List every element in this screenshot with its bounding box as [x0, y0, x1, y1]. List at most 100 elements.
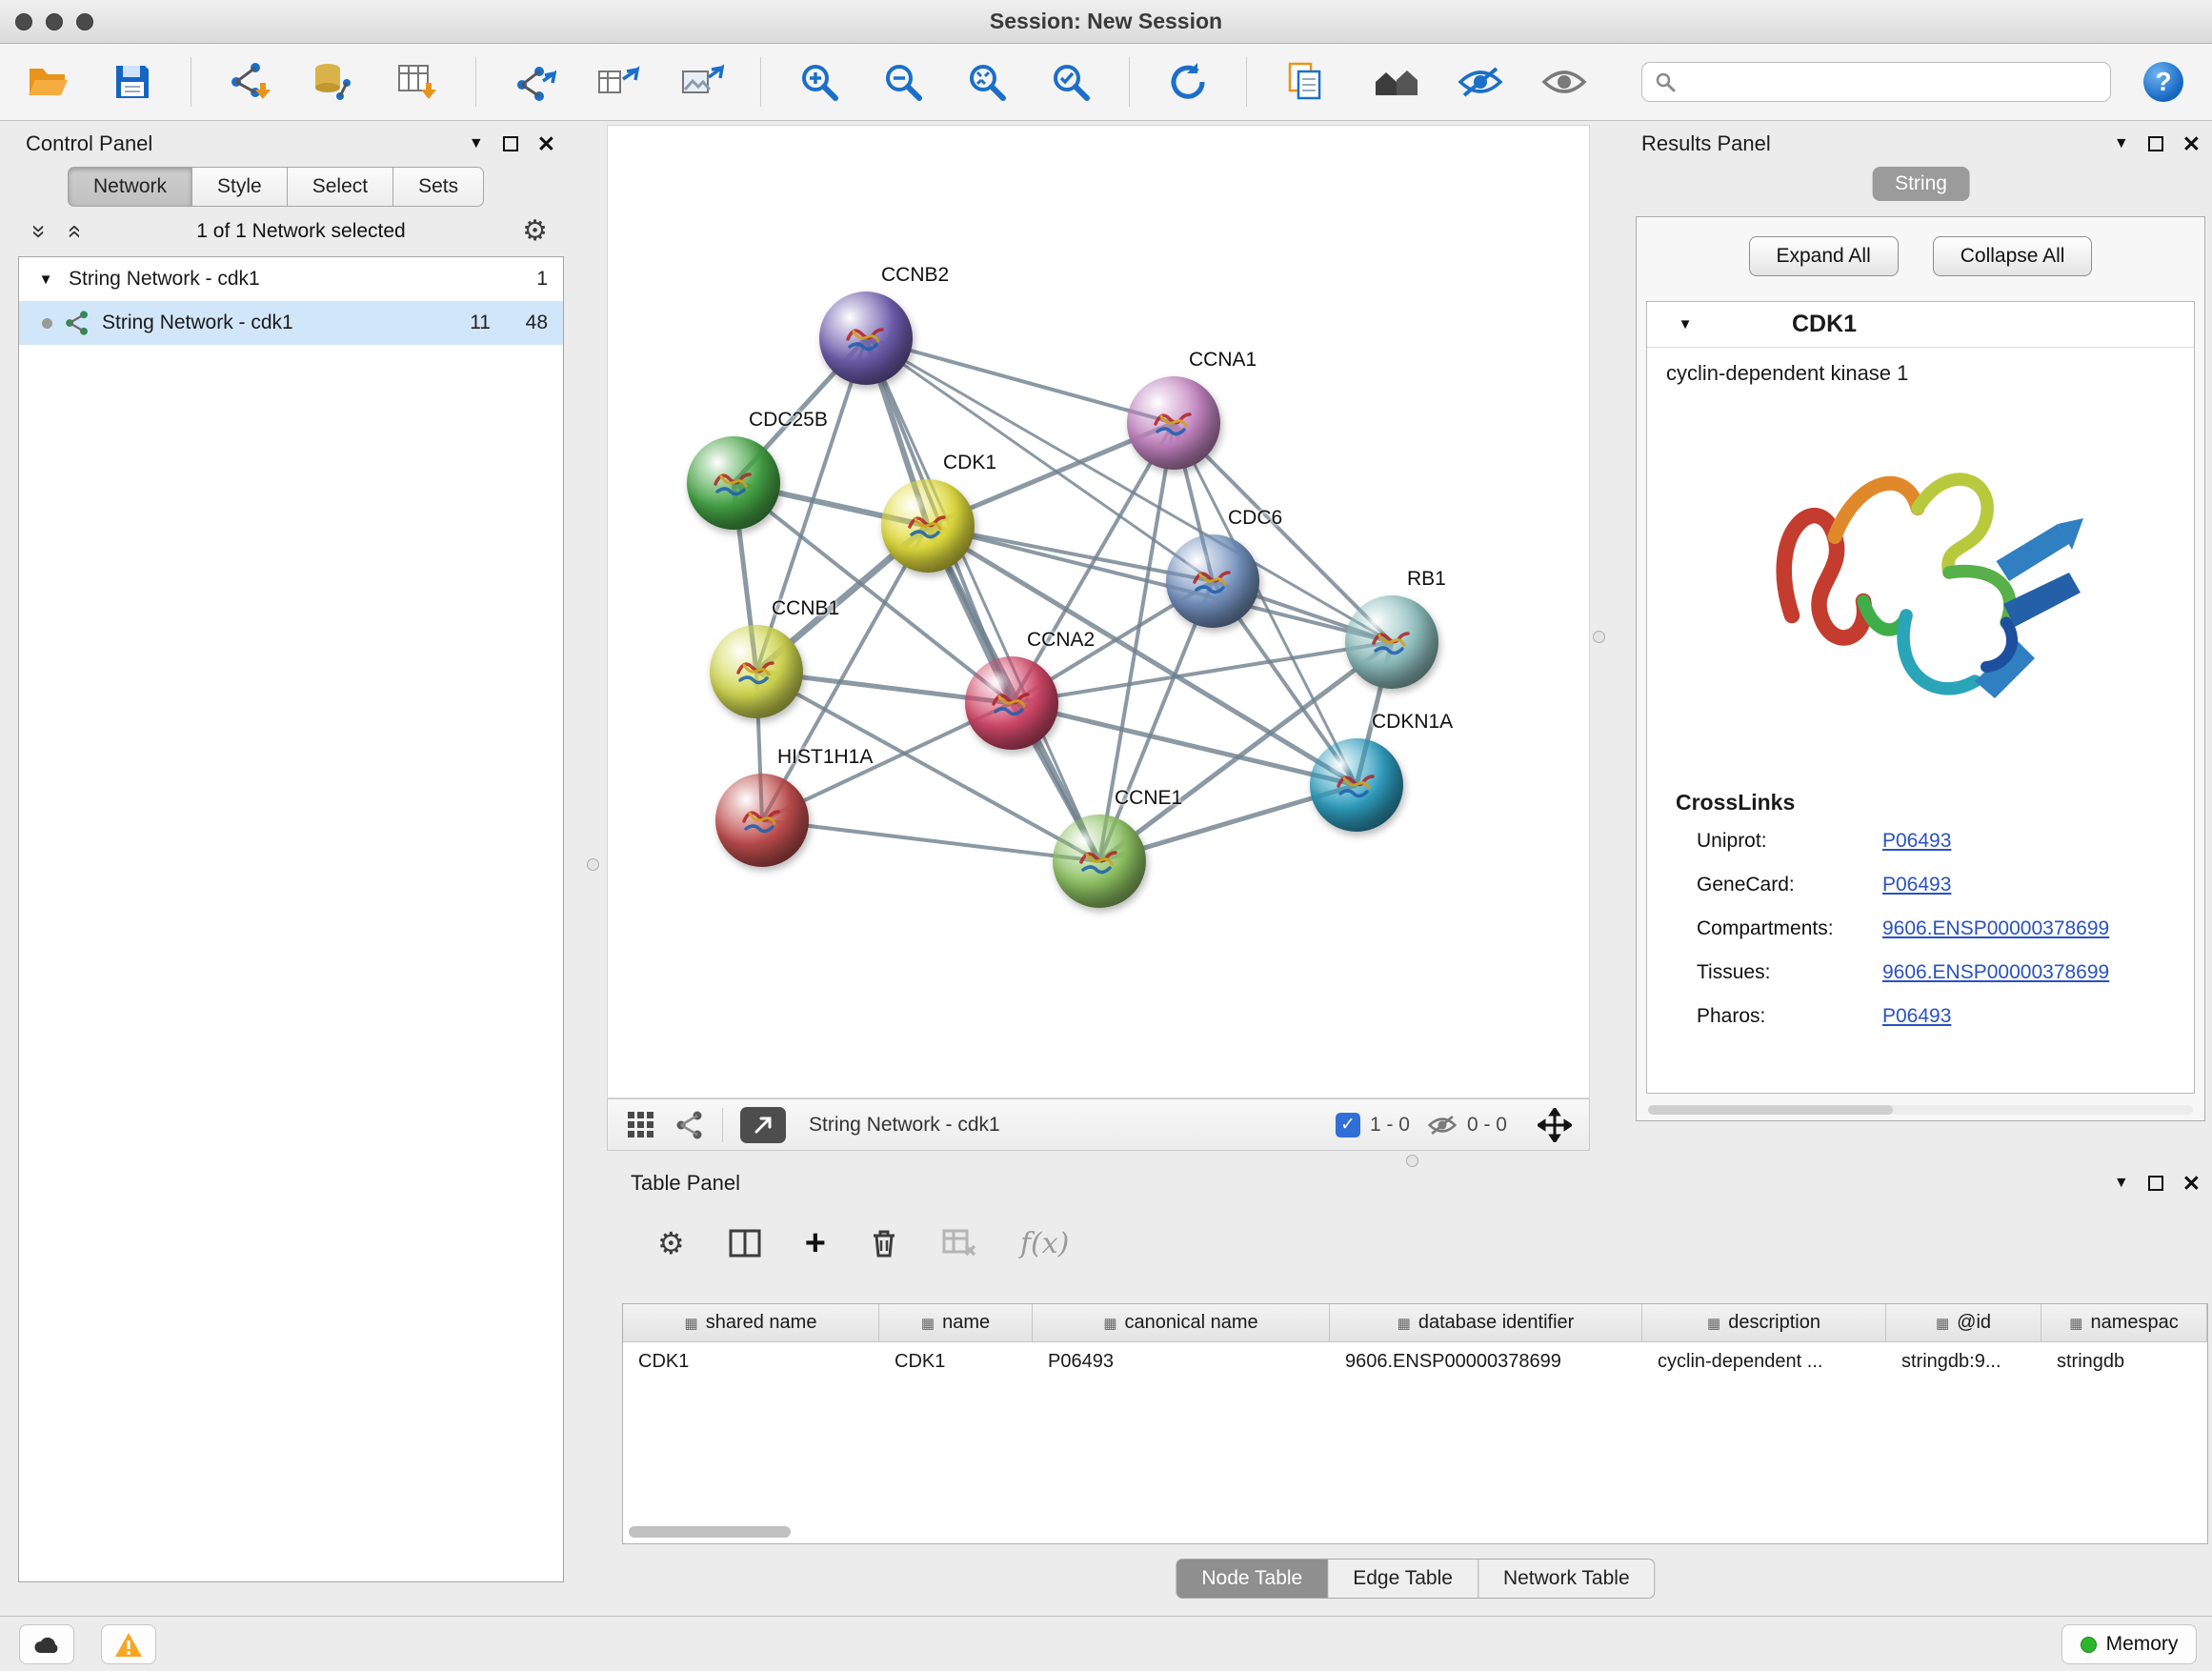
table-horizontal-scrollbar[interactable] — [623, 1526, 2207, 1540]
crosslink-link[interactable]: P06493 — [1882, 1005, 1951, 1028]
zoom-out-button[interactable] — [877, 56, 929, 108]
selected-checkbox-icon[interactable]: ✓ — [1336, 1113, 1360, 1137]
network-edge-CCNA2-CDKN1A[interactable] — [1012, 703, 1357, 785]
import-table-button[interactable] — [392, 56, 443, 108]
column-header-name[interactable]: ▦name — [879, 1304, 1033, 1341]
close-window-button[interactable] — [15, 13, 32, 30]
protein-card-header[interactable]: ▼ CDK1 — [1647, 302, 2194, 348]
collapse-triangle-icon[interactable]: ▼ — [1674, 316, 1697, 332]
birds-eye-view-icon[interactable] — [625, 1109, 657, 1141]
network-node-RB1[interactable] — [1345, 595, 1438, 689]
tab-sets[interactable]: Sets — [393, 167, 484, 207]
network-row[interactable]: String Network - cdk1 11 48 — [19, 301, 563, 345]
column-header-namespac[interactable]: ▦namespac — [2041, 1304, 2207, 1341]
splitter-handle[interactable] — [1593, 631, 1605, 643]
network-node-HIST1H1A[interactable] — [715, 774, 809, 867]
network-canvas[interactable]: CCNB2CCNA1CDC25BCDK1CDC6RB1CCNB1CCNA2CDK… — [607, 125, 1590, 1098]
new-network-from-selection-button[interactable] — [509, 56, 560, 108]
network-node-CDC25B[interactable] — [687, 436, 780, 530]
save-session-button[interactable] — [107, 56, 158, 108]
enhanced-labels-toggle-button[interactable] — [1455, 56, 1506, 108]
splitter-handle[interactable] — [1406, 1155, 1418, 1167]
dock-panel-icon[interactable] — [503, 136, 518, 151]
dock-panel-icon[interactable] — [2148, 136, 2163, 151]
warning-icon — [114, 1632, 143, 1658]
splitter-handle[interactable] — [587, 858, 599, 871]
network-node-CDKN1A[interactable] — [1310, 738, 1403, 832]
column-header-canonical-name[interactable]: ▦canonical name — [1033, 1304, 1330, 1341]
hidden-elements-status: 0 - 0 — [1427, 1113, 1507, 1137]
search-input[interactable] — [1677, 71, 2099, 93]
open-in-browser-button[interactable] — [740, 1107, 786, 1143]
network-node-CCNA2[interactable] — [965, 656, 1058, 750]
delete-row-trash-icon[interactable] — [870, 1228, 898, 1258]
open-session-button[interactable] — [23, 56, 74, 108]
zoom-in-button[interactable] — [794, 56, 845, 108]
table-options-gear-icon[interactable]: ⚙ — [657, 1228, 685, 1258]
network-edge-CCNB2-CCNA1[interactable] — [866, 338, 1174, 423]
close-panel-icon[interactable]: ✕ — [2182, 133, 2201, 155]
apply-layout-button[interactable] — [1162, 56, 1214, 108]
table-panel-title: Table Panel — [631, 1171, 740, 1196]
zoom-window-button[interactable] — [76, 13, 93, 30]
column-header--id[interactable]: ▦@id — [1886, 1304, 2041, 1341]
tab-node-table[interactable]: Node Table — [1176, 1559, 1328, 1599]
import-network-from-file-button[interactable] — [224, 56, 275, 108]
expand-all-networks-icon[interactable]: » — [61, 225, 86, 238]
network-edge-CCNB2-CCNE1[interactable] — [866, 338, 1099, 861]
network-edge-CCNE1-HIST1H1A[interactable] — [762, 820, 1099, 861]
float-panel-icon[interactable]: ▼ — [469, 135, 484, 152]
warnings-button[interactable] — [101, 1624, 156, 1664]
collapse-all-networks-icon[interactable]: » — [28, 225, 52, 238]
tab-style[interactable]: Style — [192, 167, 288, 207]
network-collection-row[interactable]: ▼ String Network - cdk1 1 — [19, 257, 563, 301]
column-header-shared-name[interactable]: ▦shared name — [623, 1304, 879, 1341]
zoom-fit-button[interactable] — [961, 56, 1013, 108]
tab-string[interactable]: String — [1872, 167, 1970, 201]
clone-network-button[interactable] — [593, 56, 644, 108]
crosslink-link[interactable]: 9606.ENSP00000378699 — [1882, 917, 2109, 940]
document-copy-button[interactable] — [1279, 56, 1331, 108]
memory-button[interactable]: Memory — [2061, 1624, 2197, 1664]
network-node-CCNB1[interactable] — [710, 625, 803, 718]
expand-all-button[interactable]: Expand All — [1749, 236, 1899, 276]
tab-select[interactable]: Select — [288, 167, 393, 207]
crosslink-link[interactable]: P06493 — [1882, 874, 1951, 896]
tab-network-table[interactable]: Network Table — [1478, 1559, 1656, 1599]
zoom-selected-button[interactable] — [1045, 56, 1096, 108]
show-columns-icon[interactable] — [729, 1229, 761, 1258]
column-header-description[interactable]: ▦description — [1642, 1304, 1886, 1341]
pan-move-icon[interactable] — [1538, 1108, 1572, 1142]
network-node-CCNE1[interactable] — [1053, 815, 1146, 908]
show-hide-panel-button[interactable] — [1538, 56, 1590, 108]
tab-edge-table[interactable]: Edge Table — [1328, 1559, 1478, 1599]
minimize-window-button[interactable] — [46, 13, 63, 30]
results-horizontal-scrollbar[interactable] — [1648, 1105, 2193, 1115]
collapse-triangle-icon[interactable]: ▼ — [34, 272, 57, 288]
float-panel-icon[interactable]: ▼ — [2114, 135, 2129, 152]
add-row-icon[interactable]: + — [805, 1225, 826, 1261]
crosslink-link[interactable]: 9606.ENSP00000378699 — [1882, 961, 2109, 984]
share-network-icon[interactable] — [674, 1110, 705, 1140]
column-icon: ▦ — [1707, 1315, 1720, 1332]
close-panel-icon[interactable]: ✕ — [2182, 1173, 2201, 1195]
import-network-from-database-button[interactable] — [308, 56, 359, 108]
collapse-all-button[interactable]: Collapse All — [1933, 236, 2093, 276]
network-node-CDC6[interactable] — [1166, 534, 1259, 628]
crosslink-link[interactable]: P06493 — [1882, 830, 1951, 853]
close-panel-icon[interactable]: ✕ — [537, 133, 555, 155]
table-row[interactable]: CDK1CDK1P064939606.ENSP00000378699cyclin… — [623, 1342, 2207, 1380]
string-home-button[interactable] — [1371, 56, 1422, 108]
dock-panel-icon[interactable] — [2148, 1176, 2163, 1191]
help-button[interactable]: ? — [2143, 62, 2183, 102]
export-image-button[interactable] — [676, 56, 728, 108]
cloud-status-button[interactable] — [19, 1624, 74, 1664]
column-header-database-identifier[interactable]: ▦database identifier — [1330, 1304, 1642, 1341]
network-node-CCNA1[interactable] — [1127, 376, 1220, 470]
network-node-CDK1[interactable] — [881, 479, 975, 573]
table-panel-header: Table Panel ▼ ✕ — [619, 1164, 2212, 1202]
float-panel-icon[interactable]: ▼ — [2114, 1175, 2129, 1192]
tab-network[interactable]: Network — [68, 167, 192, 207]
network-node-CCNB2[interactable] — [819, 292, 913, 385]
network-options-gear-icon[interactable]: ⚙ — [522, 217, 548, 246]
